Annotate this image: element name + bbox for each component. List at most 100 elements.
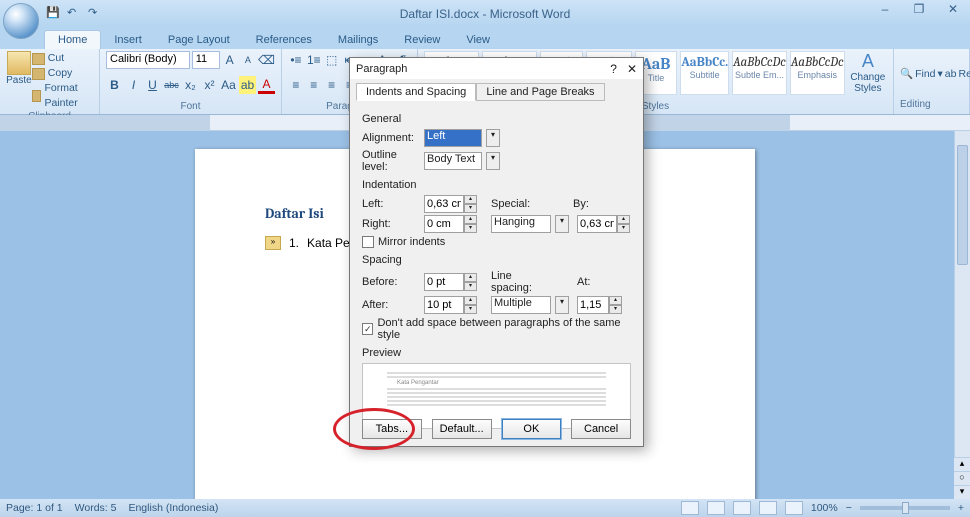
spin-up-icon[interactable]: ▴ (464, 215, 477, 224)
multilevel-button[interactable]: ⬚ (324, 51, 340, 69)
align-center-button[interactable]: ≡ (306, 76, 322, 94)
chevron-down-icon[interactable]: ▾ (555, 296, 569, 314)
by-spin[interactable]: ▴▾ (577, 215, 630, 233)
cut-button[interactable]: Cut (32, 51, 93, 66)
word-count[interactable]: Words: 5 (75, 502, 117, 514)
spin-down-icon[interactable]: ▾ (464, 224, 477, 233)
strike-button[interactable]: abc (163, 76, 180, 94)
tab-view[interactable]: View (453, 31, 503, 49)
align-right-button[interactable]: ≡ (324, 76, 340, 94)
before-input[interactable] (424, 273, 464, 291)
numbering-button[interactable]: 1≡ (306, 51, 322, 69)
alignment-select[interactable]: Left (424, 129, 482, 147)
replace-button[interactable]: abReplace (945, 67, 970, 82)
vertical-scrollbar[interactable]: ▴ ○ ▾ (954, 131, 970, 499)
format-painter-button[interactable]: Format Painter (32, 81, 93, 111)
tab-indents-spacing[interactable]: Indents and Spacing (356, 83, 476, 101)
highlight-button[interactable]: ab (239, 76, 256, 94)
zoom-in-button[interactable]: + (958, 502, 964, 514)
tab-references[interactable]: References (243, 31, 325, 49)
change-case-button[interactable]: Aa (220, 76, 237, 94)
at-spin[interactable]: ▴▾ (577, 296, 622, 314)
ok-button[interactable]: OK (502, 419, 562, 439)
outline-select[interactable]: Body Text (424, 152, 482, 170)
print-layout-view[interactable] (681, 501, 699, 515)
dialog-help-button[interactable]: ? (610, 62, 617, 76)
page-status[interactable]: Page: 1 of 1 (6, 502, 63, 514)
save-icon[interactable]: 💾 (46, 6, 62, 22)
grow-font-button[interactable]: A (222, 51, 238, 69)
cancel-button[interactable]: Cancel (571, 419, 631, 439)
spin-up-icon[interactable]: ▴ (464, 195, 477, 204)
underline-button[interactable]: U (144, 76, 161, 94)
undo-icon[interactable]: ↶ (67, 6, 83, 22)
tab-line-breaks[interactable]: Line and Page Breaks (476, 83, 604, 101)
style-subtle-em[interactable]: AaBbCcDcSubtle Em... (732, 51, 787, 95)
chevron-down-icon[interactable]: ▾ (486, 152, 500, 170)
minimize-button[interactable]: – (872, 2, 898, 16)
after-input[interactable] (424, 296, 464, 314)
style-emphasis[interactable]: AaBbCcDcEmphasis (790, 51, 845, 95)
superscript-button[interactable]: x² (201, 76, 218, 94)
left-indent-spin[interactable]: ▴▾ (424, 195, 477, 213)
full-screen-view[interactable] (707, 501, 725, 515)
mirror-indents-check[interactable]: Mirror indents (362, 236, 631, 248)
tab-review[interactable]: Review (391, 31, 453, 49)
italic-button[interactable]: I (125, 76, 142, 94)
before-spin[interactable]: ▴▾ (424, 273, 477, 291)
align-left-button[interactable]: ≡ (288, 76, 304, 94)
spin-down-icon[interactable]: ▾ (464, 282, 477, 291)
zoom-out-button[interactable]: − (846, 502, 852, 514)
tab-insert[interactable]: Insert (101, 31, 155, 49)
tabs-button[interactable]: Tabs... (362, 419, 422, 439)
spin-up-icon[interactable]: ▴ (617, 215, 630, 224)
restore-button[interactable]: ❐ (906, 2, 932, 16)
next-page-button[interactable]: ▾ (954, 485, 970, 499)
outline-view[interactable] (759, 501, 777, 515)
dialog-close-button[interactable]: ✕ (627, 62, 637, 76)
clear-format-button[interactable]: ⌫ (258, 51, 275, 69)
spin-up-icon[interactable]: ▴ (609, 296, 622, 305)
no-space-check[interactable]: ✓ Don't add space between paragraphs of … (362, 317, 631, 341)
tab-mailings[interactable]: Mailings (325, 31, 391, 49)
web-layout-view[interactable] (733, 501, 751, 515)
spin-down-icon[interactable]: ▾ (609, 305, 622, 314)
shrink-font-button[interactable]: A (240, 51, 256, 69)
find-button[interactable]: 🔍Find ▾ (900, 67, 943, 82)
bold-button[interactable]: B (106, 76, 123, 94)
default-button[interactable]: Default... (432, 419, 492, 439)
spin-down-icon[interactable]: ▾ (617, 224, 630, 233)
scroll-thumb[interactable] (957, 145, 968, 265)
office-button[interactable] (3, 3, 39, 39)
prev-page-button[interactable]: ▴ (954, 457, 970, 471)
zoom-handle[interactable] (902, 502, 909, 514)
redo-icon[interactable]: ↷ (88, 6, 104, 22)
dialog-titlebar[interactable]: Paragraph ? ✕ (350, 58, 643, 79)
chevron-down-icon[interactable]: ▾ (486, 129, 500, 147)
subscript-button[interactable]: x₂ (182, 76, 199, 94)
style-subtitle[interactable]: AaBbCc.Subtitle (680, 51, 729, 95)
by-input[interactable] (577, 215, 617, 233)
special-select[interactable]: Hanging (491, 215, 551, 233)
zoom-level[interactable]: 100% (811, 502, 838, 514)
bullets-button[interactable]: •≡ (288, 51, 304, 69)
language-status[interactable]: English (Indonesia) (128, 502, 218, 514)
tab-home[interactable]: Home (44, 30, 101, 49)
font-name-combo[interactable]: Calibri (Body) (106, 51, 190, 69)
paste-button[interactable]: Paste (6, 51, 32, 111)
checkbox-checked-icon[interactable]: ✓ (362, 323, 373, 335)
spin-up-icon[interactable]: ▴ (464, 273, 477, 282)
after-spin[interactable]: ▴▾ (424, 296, 477, 314)
right-indent-spin[interactable]: ▴▾ (424, 215, 477, 233)
chevron-down-icon[interactable]: ▾ (555, 215, 569, 233)
close-button[interactable]: ✕ (940, 2, 966, 16)
draft-view[interactable] (785, 501, 803, 515)
spin-down-icon[interactable]: ▾ (464, 305, 477, 314)
copy-button[interactable]: Copy (32, 66, 93, 81)
right-indent-input[interactable] (424, 215, 464, 233)
tab-page-layout[interactable]: Page Layout (155, 31, 243, 49)
zoom-slider[interactable] (860, 506, 950, 510)
left-indent-input[interactable] (424, 195, 464, 213)
change-styles-button[interactable]: A Change Styles (849, 51, 887, 97)
at-input[interactable] (577, 296, 609, 314)
